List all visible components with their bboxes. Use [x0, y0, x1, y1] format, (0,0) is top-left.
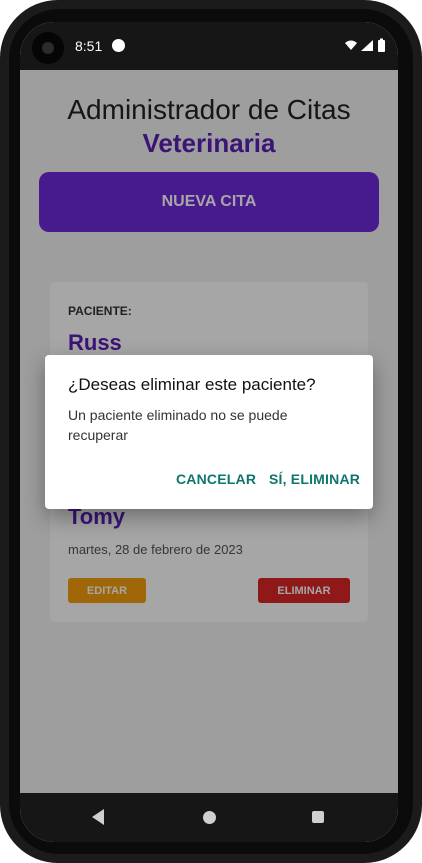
wifi-icon	[345, 40, 357, 50]
confirm-delete-button[interactable]: SÍ, ELIMINAR	[269, 471, 360, 487]
status-bar: 8:51	[20, 22, 398, 70]
cancel-button[interactable]: CANCELAR	[176, 471, 256, 487]
recents-icon[interactable]	[312, 811, 324, 823]
front-camera-icon	[32, 32, 64, 64]
dialog-title: ¿Deseas eliminar este paciente?	[68, 375, 316, 394]
screen: 8:51 Administrador de Citas Veterinaria …	[20, 22, 398, 842]
home-icon[interactable]	[203, 811, 216, 824]
battery-icon	[378, 40, 385, 52]
navigation-bar	[20, 793, 398, 842]
status-time: 8:51	[75, 38, 103, 54]
status-icons	[345, 38, 385, 52]
phone-frame: 8:51 Administrador de Citas Veterinaria …	[0, 0, 422, 863]
signal-icon	[361, 40, 373, 51]
back-icon[interactable]	[92, 809, 104, 825]
data-saver-icon	[112, 39, 125, 52]
dialog-message: Un paciente eliminado no se puede recupe…	[68, 407, 288, 443]
delete-confirm-dialog: ¿Deseas eliminar este paciente? Un pacie…	[45, 355, 373, 509]
